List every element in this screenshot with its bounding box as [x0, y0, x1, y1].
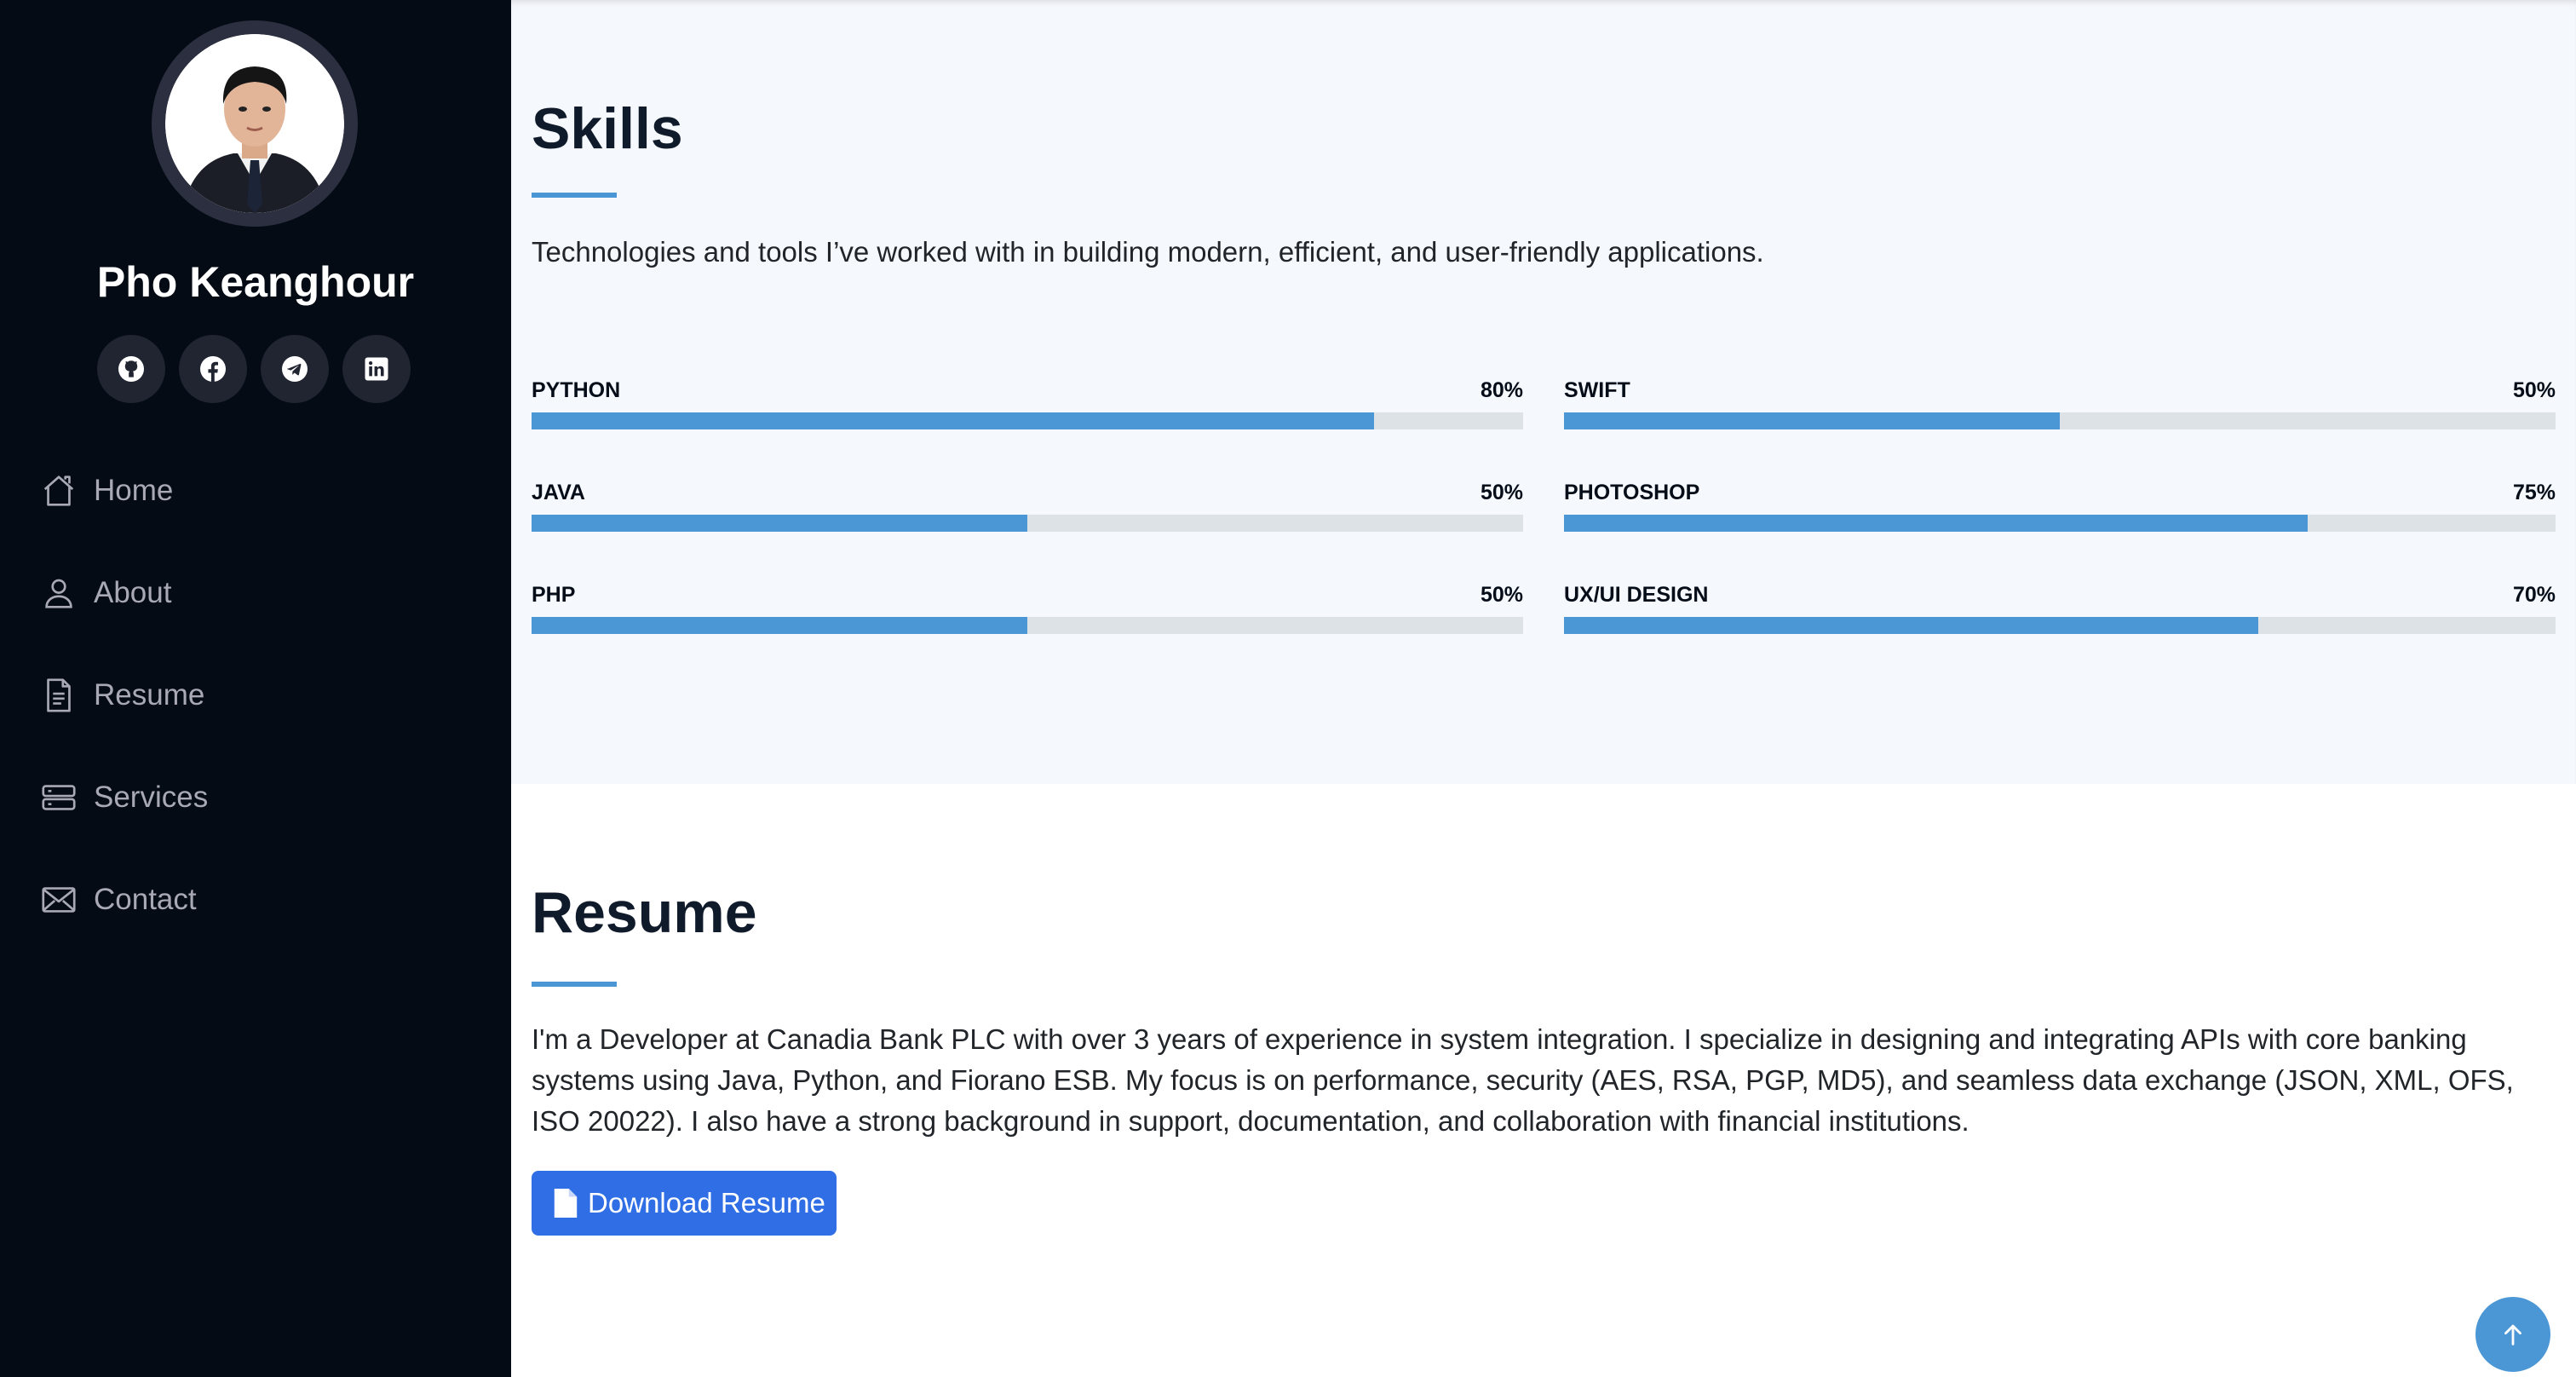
skill-item: SWIFT 50%	[1564, 378, 2556, 438]
resume-section: Resume I'm a Developer at Canadia Bank P…	[511, 784, 2576, 1377]
file-icon	[554, 1189, 578, 1218]
skill-progress-fill	[1564, 515, 2308, 532]
skill-progress-track	[532, 617, 1523, 634]
nav-item-contact[interactable]: Contact	[39, 869, 208, 930]
facebook-link[interactable]	[179, 335, 247, 403]
resume-title: Resume	[532, 880, 757, 945]
nav-label-about: About	[94, 576, 172, 609]
back-to-top-button[interactable]	[2475, 1297, 2550, 1372]
download-resume-button[interactable]: Download Resume	[532, 1171, 837, 1236]
social-links	[97, 335, 411, 403]
resume-title-underline	[532, 982, 617, 987]
skill-value: 75%	[2512, 481, 2556, 504]
nav-label-home: Home	[94, 474, 174, 507]
skills-description: Technologies and tools I’ve worked with …	[532, 236, 1764, 268]
file-text-icon	[39, 676, 78, 715]
nav-item-services[interactable]: Services	[39, 767, 208, 828]
skill-progress-fill	[532, 617, 1027, 634]
download-resume-label: Download Resume	[588, 1187, 825, 1219]
skill-value: 50%	[1480, 583, 1523, 607]
telegram-link[interactable]	[261, 335, 329, 403]
nav-item-home[interactable]: Home	[39, 460, 208, 521]
envelope-icon	[39, 880, 78, 919]
skill-name: PHP	[532, 583, 576, 607]
nav-item-about[interactable]: About	[39, 562, 208, 624]
skill-name: SWIFT	[1564, 378, 1630, 402]
server-icon	[39, 778, 78, 817]
telegram-icon	[282, 356, 308, 382]
skill-item: UX/UI DESIGN 70%	[1564, 583, 2556, 642]
facebook-icon	[200, 356, 226, 382]
skill-name: JAVA	[532, 481, 585, 504]
skill-progress-fill	[532, 515, 1027, 532]
skills-title-underline	[532, 193, 617, 198]
skill-name: UX/UI DESIGN	[1564, 583, 1709, 607]
skill-item: PHOTOSHOP 75%	[1564, 481, 2556, 540]
nav-label-resume: Resume	[94, 678, 205, 712]
skill-name: PYTHON	[532, 378, 621, 402]
skill-value: 80%	[1480, 378, 1523, 402]
github-link[interactable]	[97, 335, 165, 403]
github-icon	[118, 356, 144, 382]
skill-progress-fill	[1564, 617, 2258, 634]
nav-item-resume[interactable]: Resume	[39, 665, 208, 726]
skill-progress-fill	[532, 412, 1375, 429]
skill-value: 50%	[2512, 378, 2556, 402]
skill-item: JAVA 50%	[532, 481, 1523, 540]
skill-item: PHP 50%	[532, 583, 1523, 642]
sidebar: Pho Keanghour Home About Resume Services…	[0, 0, 511, 1377]
skill-item: PYTHON 80%	[532, 378, 1523, 438]
profile-photo	[165, 34, 344, 213]
skills-title: Skills	[532, 96, 683, 161]
skill-value: 50%	[1480, 481, 1523, 504]
profile-name: Pho Keanghour	[96, 258, 415, 306]
nav-label-contact: Contact	[94, 883, 197, 916]
main-nav: Home About Resume Services Contact	[39, 460, 208, 971]
skill-value: 70%	[2512, 583, 2556, 607]
skill-name: PHOTOSHOP	[1564, 481, 1700, 504]
arrow-up-icon	[2504, 1324, 2521, 1345]
avatar	[152, 20, 358, 227]
skill-progress-track	[532, 412, 1523, 429]
skill-progress-track	[1564, 412, 2556, 429]
skill-progress-track	[532, 515, 1523, 532]
linkedin-link[interactable]	[342, 335, 411, 403]
person-icon	[39, 573, 78, 613]
skill-progress-fill	[1564, 412, 2060, 429]
home-icon	[39, 471, 78, 510]
nav-label-services: Services	[94, 781, 209, 814]
resume-description: I'm a Developer at Canadia Bank PLC with…	[532, 1023, 2514, 1137]
skills-section: Skills Technologies and tools I’ve worke…	[511, 0, 2576, 784]
skill-progress-track	[1564, 515, 2556, 532]
skill-progress-track	[1564, 617, 2556, 634]
linkedin-icon	[365, 357, 388, 381]
